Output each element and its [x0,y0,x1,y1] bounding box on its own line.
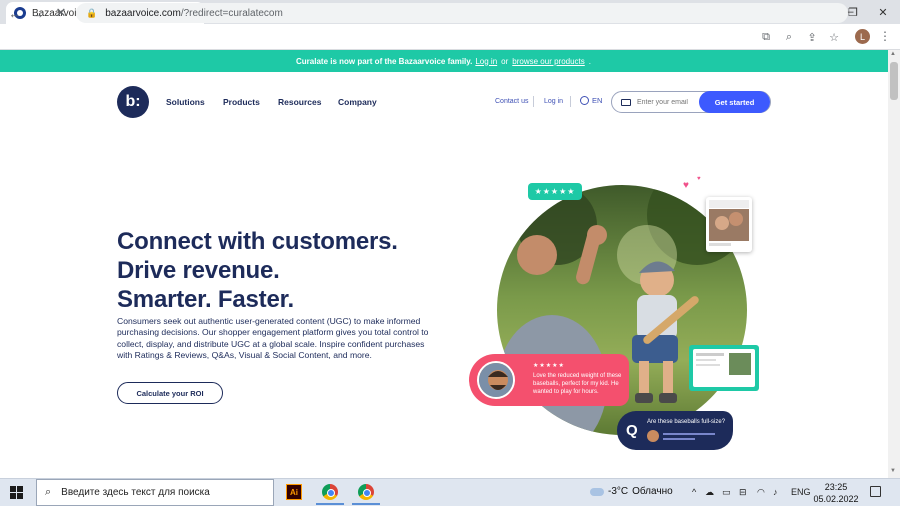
contact-us-link[interactable]: Contact us [495,98,528,105]
browser-menu-icon[interactable]: ⋮ [879,29,891,43]
language-label: EN [592,96,603,105]
banner-text: Curalate is now part of the Bazaarvoice … [296,56,473,66]
content-widget-inner [693,349,755,387]
nav-solutions[interactable]: Solutions [166,97,205,107]
social-post-image [709,200,749,246]
hero-headline-line3: Smarter. Faster. [117,286,294,313]
language-selector[interactable]: EN [580,96,602,105]
heart-icon-small: ♥ [697,176,701,182]
close-window-button[interactable]: ✕ [866,0,900,24]
qa-answer-line [663,438,695,440]
lock-icon[interactable]: 🔒 [86,8,97,19]
temperature: -3°C [608,486,629,497]
review-card: ★★★★★ Love the reduced weight of these b… [469,354,629,406]
input-language[interactable]: ENG [791,487,811,497]
taskbar-active-indicator [352,503,380,505]
nav-divider [533,96,534,107]
taskbar-illustrator[interactable]: Ai [283,481,305,503]
email-input[interactable] [637,98,697,106]
back-button[interactable]: ← [6,4,24,22]
notification-center-icon[interactable] [870,486,881,497]
nav-company[interactable]: Company [338,97,377,107]
nav-products[interactable]: Products [223,97,260,107]
page-scrollbar-thumb[interactable] [890,62,898,100]
login-link[interactable]: Log in [544,98,563,105]
reviewer-portrait [479,363,513,397]
get-started-button[interactable]: Get started [699,91,770,113]
content-widget-card [689,345,759,391]
forward-button[interactable]: → [29,4,47,22]
qa-q-letter: Q [626,422,638,439]
banner-or: or [501,56,509,66]
globe-icon [580,96,589,105]
stop-loading-button[interactable]: ✕ [52,4,70,22]
heart-icon: ♥ [683,180,689,191]
chrome-icon [322,484,338,500]
qa-answer-line [663,433,715,435]
envelope-icon [621,98,631,106]
banner-login-link[interactable]: Log in [475,57,497,66]
qa-card: Q Are these baseballs full-size? [617,411,733,450]
battery-icon[interactable]: ▭ [722,487,731,498]
tray-overflow-icon[interactable]: ^ [692,487,696,497]
weather-condition: Облачно [632,486,673,497]
url-bar[interactable]: 🔒 bazaarvoice.com/?redirect=curalatecom [76,3,848,23]
nav-resources[interactable]: Resources [278,97,321,107]
qa-question-text: Are these baseballs full-size? [647,419,726,425]
clock-time: 23:25 [824,482,848,492]
page-scrollbar-track[interactable] [888,50,900,478]
banner-period: . [588,56,591,66]
taskbar-search-box[interactable]: ⌕ Введите здесь текст для поиска [36,479,274,506]
rating-stars-badge: ★★★★★ [528,183,582,200]
calculate-roi-button[interactable]: Calculate your ROI [117,382,223,404]
bookmark-star-icon[interactable]: ☆ [826,29,842,45]
cloud-icon [590,487,604,496]
translate-icon[interactable]: ⧉ [758,29,774,45]
scroll-up-arrow-icon[interactable]: ▲ [890,51,896,57]
hero-headline-line2: Drive revenue. [117,257,280,284]
review-text: Love the reduced weight of these basebal… [533,373,622,395]
profile-avatar[interactable]: L [855,29,870,44]
search-icon: ⌕ [45,486,52,498]
illustrator-icon: Ai [286,484,302,500]
taskbar-search-placeholder: Введите здесь текст для поиска [61,487,210,498]
display-icon[interactable]: ⊟ [739,487,747,498]
social-post-card [706,197,752,252]
url-domain: bazaarvoice.com [105,7,181,19]
taskbar-chrome-2[interactable] [355,481,377,503]
curalate-banner: Curalate is now part of the Bazaarvoice … [0,50,888,72]
onedrive-icon[interactable]: ☁ [705,487,714,498]
url-path: /?redirect=curalatecom [180,7,283,19]
content-widget-graphic [696,353,751,375]
hero-headline-line1: Connect with customers. [117,228,398,255]
taskbar-clock[interactable]: 23:25 05.02.2022 [812,481,860,505]
chrome-icon [358,484,374,500]
taskbar-active-indicator [316,503,344,505]
review-stars: ★★★★★ [533,363,565,369]
scroll-down-arrow-icon[interactable]: ▼ [890,468,896,474]
reviewer-avatar [477,361,515,399]
volume-icon[interactable]: ♪ [773,487,778,497]
hero-description: Consumers seek out authentic user-genera… [117,316,429,361]
nav-divider [570,96,571,107]
qa-answer-avatar [647,430,659,442]
share-icon[interactable]: ⇪ [804,29,820,45]
weather-widget[interactable]: -3°C Облачно [590,486,673,497]
banner-browse-link[interactable]: browse our products [512,57,584,66]
taskbar-chrome-1[interactable] [319,481,341,503]
clock-date: 05.02.2022 [813,494,859,504]
zoom-icon[interactable]: ⌕ [781,29,797,45]
url-text: bazaarvoice.com/?redirect=curalatecom [105,8,283,19]
bazaarvoice-logo[interactable]: b: [117,86,149,118]
windows-start-icon[interactable] [10,486,23,499]
wifi-icon[interactable]: ◠ [757,487,765,498]
